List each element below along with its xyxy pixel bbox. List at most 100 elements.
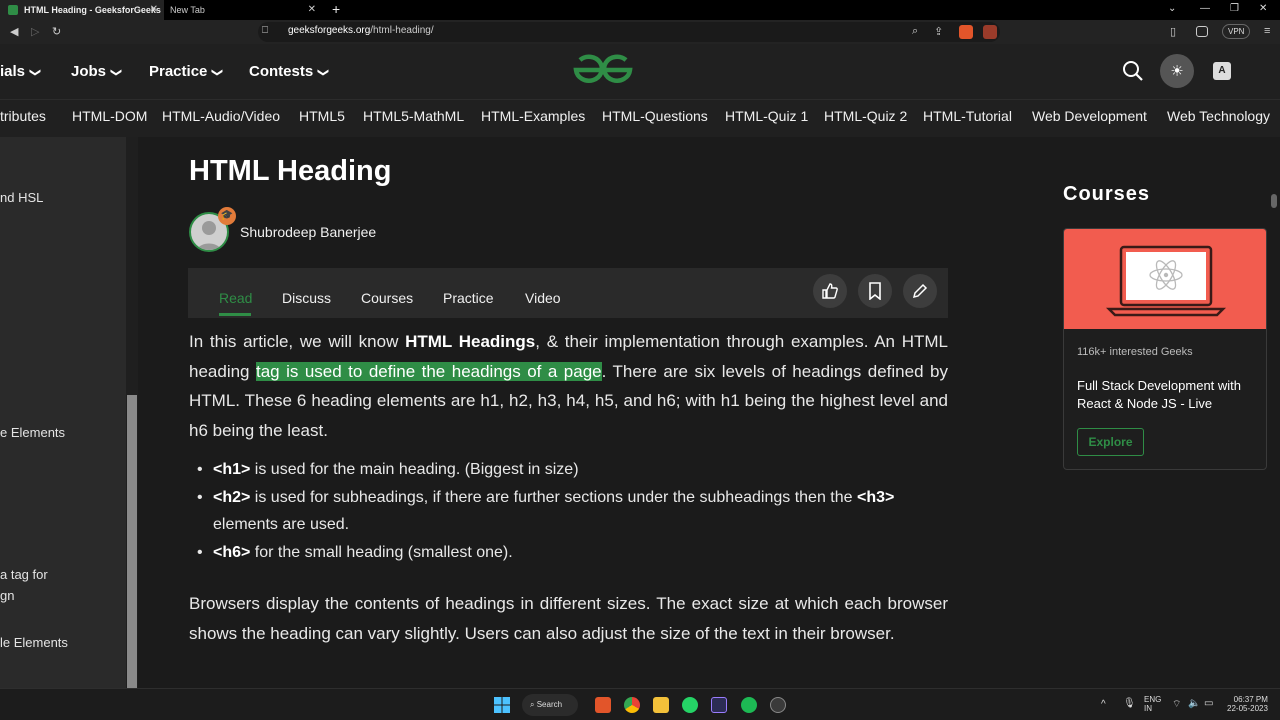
back-icon[interactable]: ◀ <box>10 25 18 38</box>
bold-text: HTML Headings <box>405 332 536 351</box>
whatsapp-icon[interactable] <box>682 697 698 713</box>
chevron-down-icon: ❯ <box>317 67 330 78</box>
clock[interactable]: 06:37 PM 22-05-2023 <box>1227 695 1268 713</box>
theme-toggle-button[interactable]: ☀ <box>1160 54 1194 88</box>
tab-discuss[interactable]: Discuss <box>282 290 331 306</box>
address-bar: ◀ ▷ ↻ ⎕ geeksforgeeks.org/html-heading/ … <box>0 20 1280 44</box>
bookmark-button[interactable] <box>858 274 892 308</box>
graduation-cap-icon: 🎓 <box>218 207 236 225</box>
tab-read[interactable]: Read <box>219 290 252 306</box>
windows-start-icon[interactable] <box>494 697 510 713</box>
url-text[interactable]: geeksforgeeks.org/html-heading/ <box>288 25 434 36</box>
spotify-icon[interactable] <box>741 697 757 713</box>
author-name[interactable]: Shubrodeep Banerjee <box>240 224 376 240</box>
category-link[interactable]: tributes <box>0 108 46 124</box>
nav-contests[interactable]: Contests ❯ <box>249 63 330 80</box>
rewards-icon[interactable] <box>983 25 997 39</box>
wifi-icon[interactable]: ⌔ <box>1172 698 1181 711</box>
site-header: ials ❯ Jobs ❯ Practice ❯ Contests ❯ ☀ A <box>0 44 1280 99</box>
category-link[interactable]: HTML-Tutorial <box>923 108 1012 124</box>
course-banner-image <box>1064 229 1266 329</box>
brave-icon[interactable] <box>595 697 611 713</box>
share-icon[interactable]: ⇪ <box>934 25 943 38</box>
close-tab-icon[interactable]: ✕ <box>308 4 316 15</box>
category-link[interactable]: HTML-Examples <box>481 108 585 124</box>
sidebar-item[interactable]: gn <box>0 588 14 603</box>
tab-practice[interactable]: Practice <box>443 290 494 306</box>
file-explorer-icon[interactable] <box>653 697 669 713</box>
course-title[interactable]: Full Stack Development with React & Node… <box>1077 377 1261 413</box>
gfg-logo[interactable] <box>572 54 634 86</box>
vpn-button[interactable]: VPN <box>1222 24 1251 39</box>
list-item: • <h1> is used for the main heading. (Big… <box>189 456 948 484</box>
course-card[interactable]: 116k+ interested Geeks Full Stack Develo… <box>1063 228 1267 470</box>
tab-html-heading[interactable]: HTML Heading - GeeksforGeeks ✕ <box>0 0 164 20</box>
close-tab-icon[interactable]: ✕ <box>150 4 158 15</box>
language-indicator[interactable]: ENG IN <box>1144 695 1161 713</box>
category-link[interactable]: HTML-DOM <box>72 108 147 124</box>
taskbar-search[interactable]: ⌕ Search <box>522 694 578 716</box>
category-link[interactable]: Web Development <box>1032 108 1147 124</box>
zoom-icon[interactable]: ⌕ <box>912 25 918 38</box>
wallet-icon[interactable] <box>1196 26 1208 37</box>
reload-icon[interactable]: ↻ <box>52 25 61 38</box>
translate-icon[interactable]: A <box>1213 62 1231 80</box>
sidebar-item[interactable]: le Elements <box>0 635 68 650</box>
gfg-favicon-icon <box>8 5 18 15</box>
chevron-up-icon[interactable]: ^ <box>1101 699 1106 710</box>
microphone-icon[interactable]: 🎙 <box>1123 698 1136 709</box>
forward-icon[interactable]: ▷ <box>31 25 39 38</box>
page-scrollbar[interactable] <box>1268 137 1280 688</box>
sun-icon: ☀ <box>1170 63 1184 80</box>
minimize-icon[interactable]: — <box>1200 3 1210 14</box>
sidebar-item[interactable]: a tag for <box>0 567 48 582</box>
chevron-down-icon: ❯ <box>29 67 42 78</box>
category-link[interactable]: HTML5-MathML <box>363 108 464 124</box>
highlighted-text: tag is used to define the headings of a … <box>255 361 602 381</box>
bookmark-icon[interactable]: ⎕ <box>262 25 268 36</box>
date-text: 22-05-2023 <box>1227 704 1268 713</box>
tab-video[interactable]: Video <box>525 290 561 306</box>
battery-icon[interactable]: ▭ <box>1204 698 1213 709</box>
thumbs-up-icon <box>822 283 838 299</box>
bullet: • <box>197 488 203 506</box>
list-item-text: elements are used. <box>213 516 350 533</box>
tab-courses[interactable]: Courses <box>361 290 413 306</box>
app-icon[interactable] <box>711 697 727 713</box>
new-tab-button[interactable]: + <box>332 1 340 17</box>
category-link[interactable]: HTML5 <box>299 108 345 124</box>
like-button[interactable] <box>813 274 847 308</box>
nav-practice[interactable]: Practice ❯ <box>149 63 223 80</box>
sidebar-icon[interactable]: ▯ <box>1170 25 1176 38</box>
page-title: HTML Heading <box>189 155 392 187</box>
explore-button[interactable]: Explore <box>1077 428 1144 456</box>
edit-button[interactable] <box>903 274 937 308</box>
page-scroll-thumb[interactable] <box>1271 194 1277 208</box>
list-item-text: is used for the main heading. (Biggest i… <box>250 461 579 478</box>
category-link[interactable]: HTML-Quiz 1 <box>725 108 808 124</box>
browser-tab-bar: HTML Heading - GeeksforGeeks ✕ New Tab ✕… <box>0 0 1280 20</box>
nav-jobs[interactable]: Jobs ❯ <box>71 63 122 80</box>
category-link[interactable]: HTML-Questions <box>602 108 708 124</box>
menu-icon[interactable]: ≡ <box>1264 25 1270 37</box>
close-window-icon[interactable]: ✕ <box>1259 3 1267 14</box>
settings-icon[interactable] <box>770 697 786 713</box>
nav-tutorials[interactable]: ials ❯ <box>0 63 42 80</box>
tag-text: <h3> <box>856 488 895 506</box>
sidebar-item[interactable]: e Elements <box>0 425 65 440</box>
sidebar-scroll-thumb[interactable] <box>127 395 137 688</box>
tab-new-tab[interactable]: New Tab ✕ <box>162 0 322 20</box>
pencil-icon <box>912 283 928 299</box>
chrome-icon[interactable] <box>624 697 640 713</box>
sidebar-item[interactable]: nd HSL <box>0 190 43 205</box>
brave-shield-icon[interactable] <box>959 25 973 39</box>
chevron-down-icon[interactable]: ⌄ <box>1168 3 1176 14</box>
restore-icon[interactable]: ❐ <box>1230 3 1239 14</box>
search-icon[interactable] <box>1122 60 1144 82</box>
time-text: 06:37 PM <box>1233 695 1268 704</box>
category-link[interactable]: Web Technology <box>1167 108 1270 124</box>
volume-icon[interactable]: 🔈 <box>1188 698 1200 709</box>
category-link[interactable]: HTML-Quiz 2 <box>824 108 907 124</box>
text-span: In this article, we will know <box>189 332 406 351</box>
category-link[interactable]: HTML-Audio/Video <box>162 108 280 124</box>
